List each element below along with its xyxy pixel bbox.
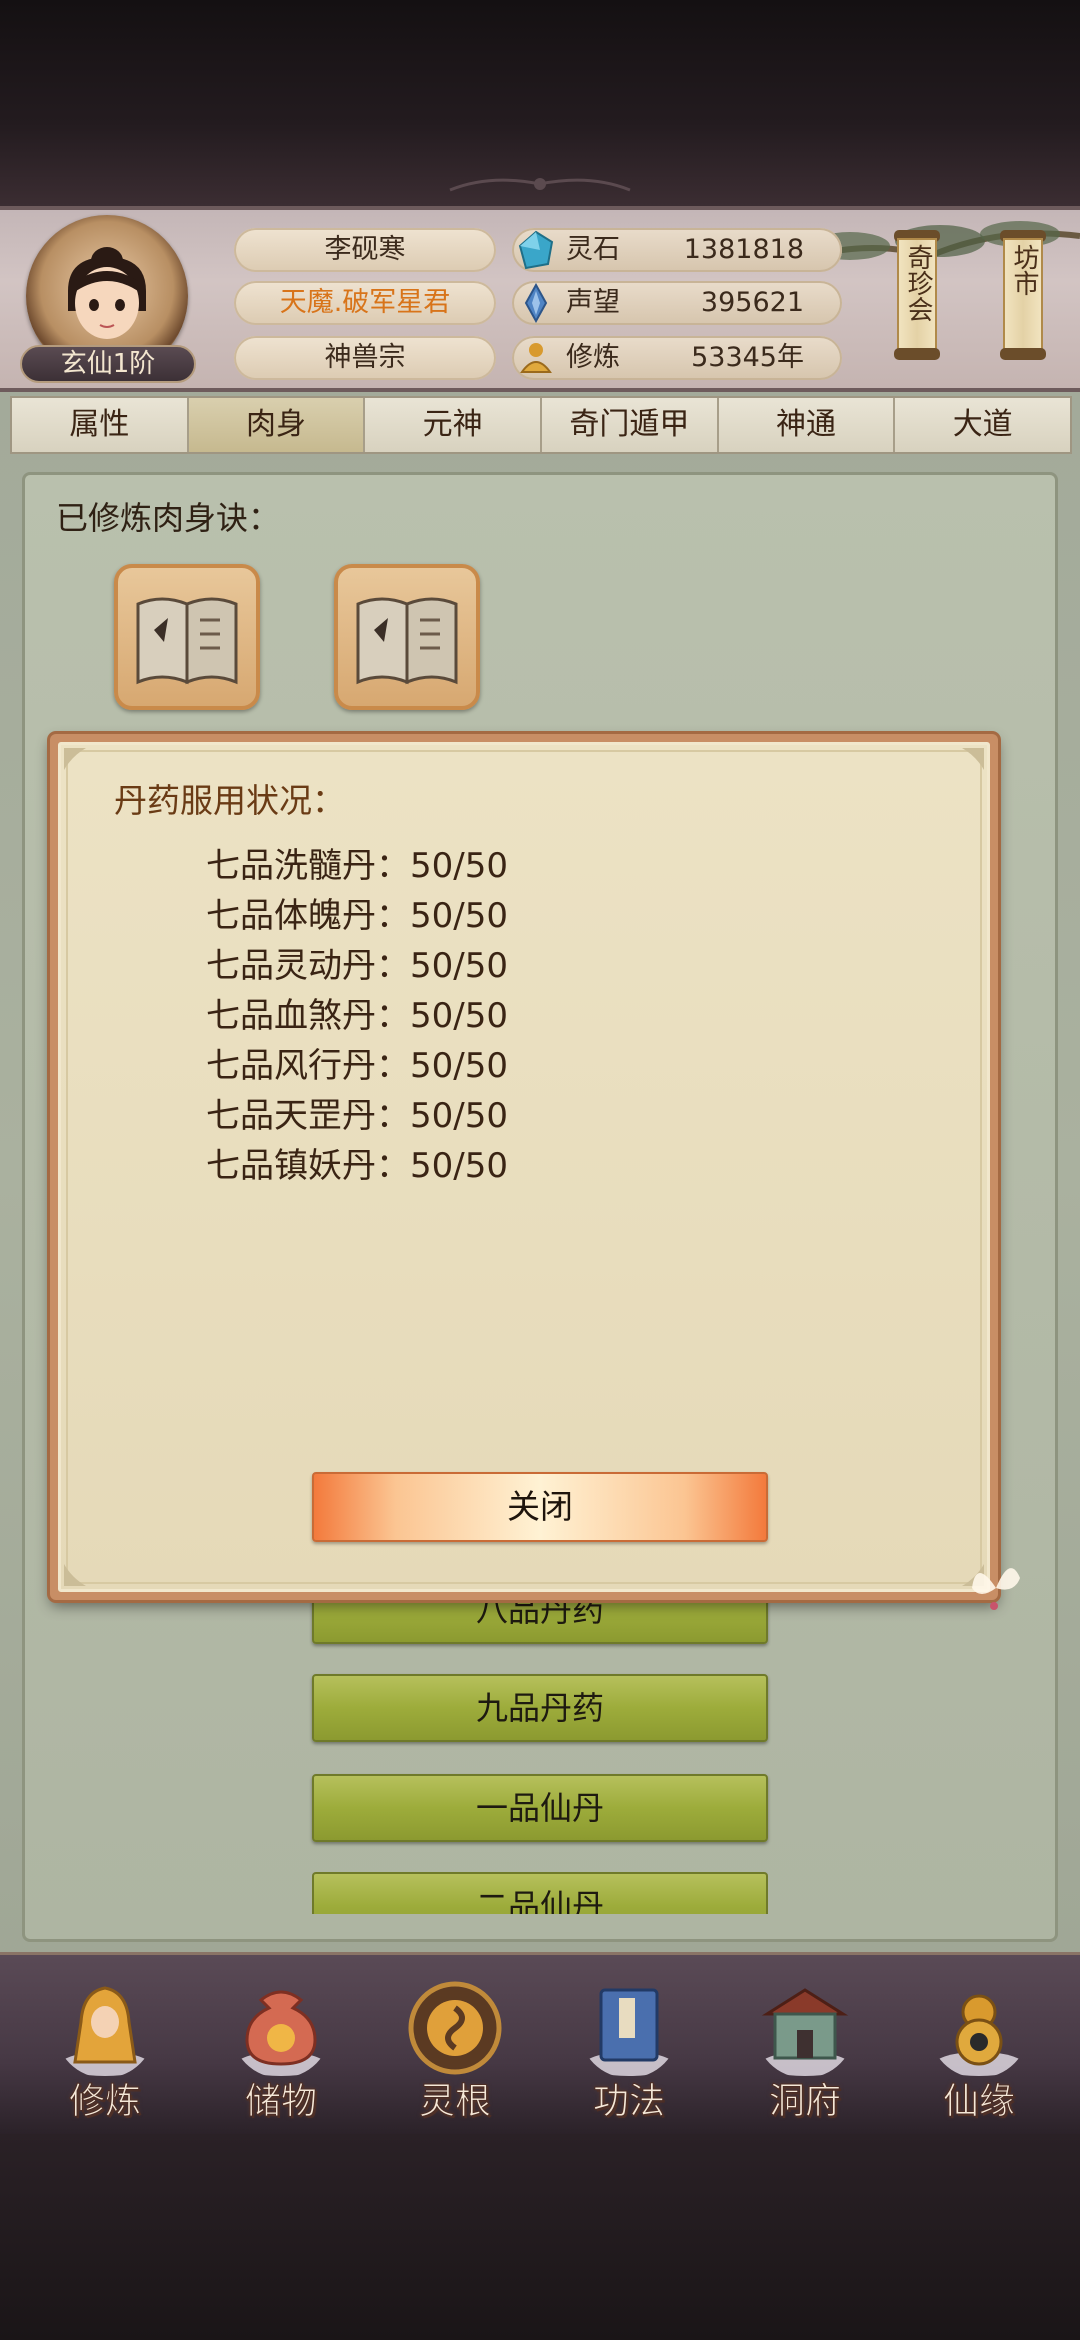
pill-status-row: 七品灵动丹：50/50 (206, 946, 508, 986)
close-button[interactable]: 关闭 (312, 1472, 768, 1542)
nav-cultivate[interactable]: 修炼 (30, 1960, 180, 2130)
player-title[interactable]: 天魔.破军星君 (234, 281, 496, 325)
tab-divine-powers[interactable]: 神通 (719, 398, 896, 452)
immortal-fate-gourd-icon (935, 1994, 1023, 2076)
pill-status-row: 七品体魄丹：50/50 (206, 896, 508, 936)
storage-bag-icon (237, 1990, 325, 2076)
tab-body[interactable]: 肉身 (188, 398, 366, 452)
butterfly-icon (972, 1568, 1020, 1610)
pill-button-immortal2-clip: 二品仙丹 (312, 1872, 768, 1914)
nav-immortal-fate[interactable]: 仙缘 (904, 1960, 1054, 2130)
pill-status-row: 七品血煞丹：50/50 (206, 996, 508, 1036)
stat-spirit-stone: 灵石 1381818 (512, 228, 842, 272)
meditating-cultivator-icon (61, 1986, 149, 2076)
technique-book-icon (585, 1988, 673, 2076)
market-button[interactable]: 坊市 (1000, 230, 1046, 360)
pill-button-immortal1[interactable]: 一品仙丹 (312, 1774, 768, 1842)
section-label: 已修炼肉身诀： (56, 499, 281, 537)
nav-technique[interactable]: 功法 (554, 1960, 704, 2130)
tab-soul[interactable]: 元神 (365, 398, 543, 452)
book-icon (136, 597, 238, 685)
nav-storage[interactable]: 储物 (206, 1960, 356, 2130)
pill-status-row: 七品洗髓丹：50/50 (206, 846, 508, 886)
nav-spirit-root[interactable]: 灵根 (380, 1960, 530, 2130)
book-icon (356, 597, 458, 685)
corner-ornament-icon (962, 748, 984, 770)
modal-title: 丹药服用状况： (114, 781, 345, 820)
bottom-background (0, 2134, 1080, 2340)
corner-ornament-icon (64, 1564, 86, 1586)
tab-great-dao[interactable]: 大道 (895, 398, 1070, 452)
treasure-fair-button[interactable]: 奇珍会 (894, 230, 940, 360)
spirit-stone-icon (518, 230, 554, 270)
spirit-root-icon (408, 1981, 502, 2075)
pill-status-row: 七品镇妖丹：50/50 (206, 1146, 508, 1186)
reputation-icon (524, 283, 548, 323)
stat-cultivation: 修炼 53345年 (512, 336, 842, 380)
pill-button-immortal2[interactable]: 二品仙丹 (312, 1872, 768, 1914)
tab-qimen-dunjia[interactable]: 奇门遁甲 (542, 398, 719, 452)
modal-inner-border (66, 750, 982, 1584)
pill-status-row: 七品天罡丹：50/50 (206, 1096, 508, 1136)
pill-status-row: 七品风行丹：50/50 (206, 1046, 508, 1086)
cultivation-icon (520, 343, 552, 373)
top-ornament-icon (449, 178, 631, 192)
cave-dwelling-icon (761, 1988, 849, 2076)
pill-button-grade9[interactable]: 九品丹药 (312, 1674, 768, 1742)
stat-reputation: 声望 395621 (512, 281, 842, 325)
avatar-portrait-icon (66, 247, 148, 361)
player-name: 李砚寒 (234, 228, 496, 272)
tab-bar: 属性 肉身 元神 奇门遁甲 神通 大道 (10, 396, 1072, 454)
corner-ornament-icon (64, 748, 86, 770)
player-sect: 神兽宗 (234, 336, 496, 380)
rank-badge: 玄仙1阶 (20, 345, 196, 383)
skill-book-2[interactable] (334, 564, 480, 710)
skill-book-1[interactable] (114, 564, 260, 710)
nav-cave[interactable]: 洞府 (730, 1960, 880, 2130)
tab-attributes[interactable]: 属性 (12, 398, 189, 452)
